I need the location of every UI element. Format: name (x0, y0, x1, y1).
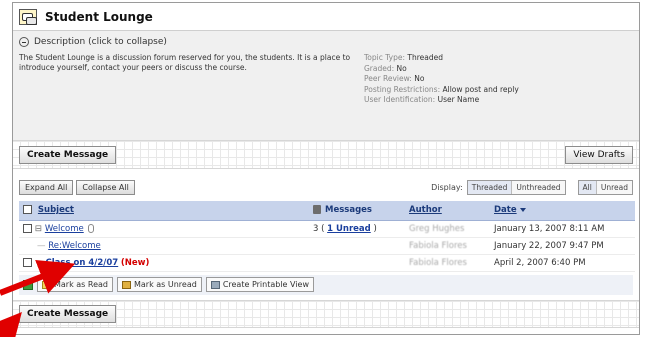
view-drafts-button[interactable]: View Drafts (565, 145, 633, 164)
property-peer-review: Peer Review: No (364, 74, 425, 83)
selection-toolbar: Mark as Read Mark as Unread Create Print… (19, 274, 633, 295)
mark-as-read-label: Mark as Read (54, 280, 108, 289)
new-badge: (New) (120, 257, 150, 268)
topic-properties: Topic Type: Threaded Graded: No Peer Rev… (364, 53, 519, 106)
filter-all-option[interactable]: All (578, 180, 596, 194)
thread-subject-link[interactable]: Welcome (45, 224, 84, 234)
row-checkbox[interactable] (23, 257, 32, 267)
create-message-button[interactable]: Create Message (19, 145, 117, 164)
row-checkbox[interactable] (23, 223, 32, 233)
create-printable-view-button[interactable]: Create Printable View (205, 277, 314, 292)
filter-unread-option[interactable]: Unread (595, 180, 632, 194)
unthreaded-option[interactable]: Unthreaded (511, 180, 565, 194)
unread-count-link[interactable]: 1 Unread (327, 224, 371, 234)
description-toggle-label[interactable]: Description (click to collapse) (34, 37, 167, 47)
description-text: The Student Lounge is a discussion forum… (19, 53, 351, 72)
post-date: January 22, 2007 9:47 PM (490, 237, 635, 255)
collapse-all-button[interactable]: Collapse All (76, 179, 135, 195)
author-name: Fabiola Flores (409, 257, 467, 268)
message-count-close: ) (373, 223, 377, 234)
select-all-checkbox[interactable] (23, 205, 32, 215)
message-count: 3 ( (313, 223, 325, 234)
display-mode-toggle: Threaded Unthreaded (466, 179, 566, 195)
property-user-identification: User Identification: User Name (364, 95, 480, 104)
create-message-button-bottom[interactable]: Create Message (19, 304, 117, 323)
paperclip-icon (87, 223, 94, 233)
discussion-forum-icon (19, 8, 37, 25)
filter-toggle: All Unread (577, 179, 633, 195)
property-topic-type: Topic Type: Threaded (364, 53, 444, 62)
sort-descending-icon[interactable] (519, 207, 526, 212)
attachment-icon (313, 205, 321, 215)
mark-read-icon (42, 280, 51, 289)
date-column-header[interactable]: Date (494, 205, 517, 215)
table-row: ⊟ Welcome 3 ( 1 Unread ) Greg Hughes Janu… (19, 220, 635, 238)
author-column-header[interactable]: Author (409, 205, 442, 215)
post-date: January 13, 2007 8:11 AM (490, 220, 635, 238)
mark-unread-icon (121, 280, 131, 289)
forum-header: Student Lounge (13, 3, 639, 31)
thread-branch-line: — (37, 240, 46, 251)
description-panel: Description (click to collapse) The Stud… (13, 31, 639, 141)
table-row: — Re:Welcome Fabiola Flores January 22, … (19, 237, 635, 255)
mark-as-unread-button[interactable]: Mark as Unread (116, 277, 202, 292)
printer-icon (210, 280, 220, 289)
thread-toolbar: Expand All Collapse All Display: Threade… (13, 175, 639, 199)
check-all-icon[interactable] (23, 279, 33, 290)
post-date: April 2, 2007 6:40 PM (490, 254, 635, 272)
display-label: Display: (431, 182, 463, 192)
threaded-option[interactable]: Threaded (467, 180, 512, 194)
description-toggle[interactable]: Description (click to collapse) (19, 37, 633, 47)
table-header-row: Subject Messages Author Date (19, 201, 635, 221)
thread-table: Subject Messages Author Date ⊟ Welcome 3 … (19, 201, 635, 272)
create-printable-view-label: Create Printable View (222, 280, 309, 289)
top-action-bar: Create Message View Drafts (13, 141, 639, 169)
messages-column-header[interactable]: Messages (325, 205, 372, 215)
thread-subject-link[interactable]: Class on 4/2/07 (46, 258, 119, 268)
property-graded: Graded: No (364, 63, 407, 73)
forum-title: Student Lounge (45, 9, 153, 24)
table-row: Class on 4/2/07 (New) Fabiola Flores Apr… (19, 254, 635, 272)
property-posting-restrictions: Posting Restrictions: Allow post and rep… (364, 84, 519, 94)
mark-as-unread-label: Mark as Unread (133, 280, 197, 289)
collapse-icon[interactable] (19, 37, 29, 47)
author-name: Fabiola Flores (409, 240, 467, 251)
expand-all-button[interactable]: Expand All (19, 179, 74, 195)
bottom-action-bar: Create Message (13, 299, 639, 328)
mark-as-read-button[interactable]: Mark as Read (37, 277, 113, 292)
subject-column-header[interactable]: Subject (38, 205, 74, 215)
collapse-thread-icon[interactable]: ⊟ (35, 224, 42, 234)
author-name: Greg Hughes (409, 223, 465, 234)
reply-subject-link[interactable]: Re:Welcome (48, 241, 101, 251)
forum-panel: Student Lounge Description (click to col… (12, 2, 640, 335)
